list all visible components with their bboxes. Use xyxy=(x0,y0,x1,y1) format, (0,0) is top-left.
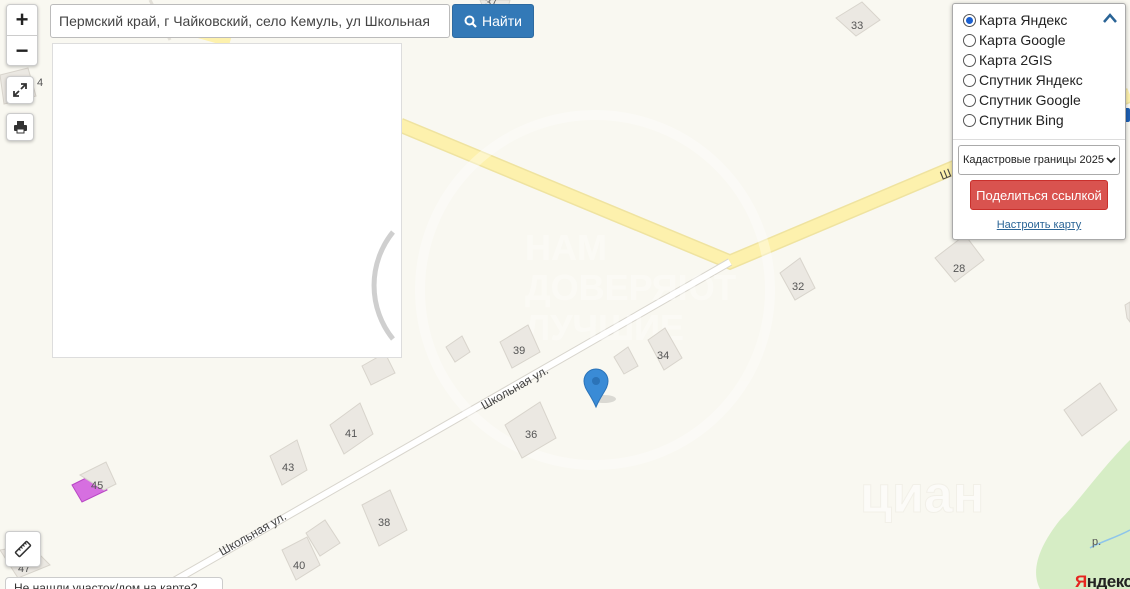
search-suggestions-panel xyxy=(52,43,402,358)
layer-option-label: Карта Яндекс xyxy=(979,12,1068,28)
house-number-36: 36 xyxy=(525,429,537,441)
house-number-39: 39 xyxy=(513,345,525,357)
ruler-button[interactable] xyxy=(5,531,41,567)
house-number-41: 41 xyxy=(345,428,357,440)
yandex-logo: Яндекс xyxy=(1075,572,1130,589)
cadastral-layer-select[interactable]: Кадастровые границы 2025 xyxy=(958,145,1120,175)
share-link-button[interactable]: Поделиться ссылкой xyxy=(970,180,1108,210)
search-icon xyxy=(464,15,477,28)
house-number-43: 43 xyxy=(282,462,294,474)
loading-spinner xyxy=(371,230,395,341)
print-button[interactable] xyxy=(6,113,34,141)
house-number-33: 33 xyxy=(851,20,863,32)
radio-button[interactable] xyxy=(963,33,976,47)
river-label: р. xyxy=(1092,536,1101,548)
svg-text:ДОВЕРЯЮТ: ДОВЕРЯЮТ xyxy=(525,267,736,308)
fullscreen-button[interactable] xyxy=(6,76,34,104)
svg-text:НАМ: НАМ xyxy=(525,227,607,268)
layer-option-2gis-map[interactable]: Карта 2GIS xyxy=(963,50,1125,70)
layer-option-bing-satellite[interactable]: Спутник Bing xyxy=(963,110,1125,130)
svg-text:циан: циан xyxy=(860,466,984,524)
find-button[interactable]: Найти xyxy=(452,4,534,38)
layer-option-label: Спутник Google xyxy=(979,92,1081,108)
configure-map-link[interactable]: Настроить карту xyxy=(953,219,1125,231)
layer-option-yandex-satellite[interactable]: Спутник Яндекс xyxy=(963,70,1125,90)
house-number-40: 40 xyxy=(293,560,305,572)
layer-option-google-satellite[interactable]: Спутник Google xyxy=(963,90,1125,110)
layer-option-label: Карта 2GIS xyxy=(979,52,1053,68)
house-number-38: 38 xyxy=(378,517,390,529)
zoom-in-button[interactable]: + xyxy=(7,5,37,35)
layer-option-google-map[interactable]: Карта Google xyxy=(963,30,1125,50)
cadastral-select-value: Кадастровые границы 2025 xyxy=(963,154,1104,166)
cian-watermark: циан xyxy=(860,466,985,525)
chevron-up-icon[interactable] xyxy=(1103,12,1117,24)
house-number-45: 45 xyxy=(91,480,103,492)
expand-icon xyxy=(13,83,27,97)
house-number-34: 34 xyxy=(657,350,669,362)
zoom-control: + − xyxy=(6,4,38,66)
ruler-icon xyxy=(14,540,32,558)
divider xyxy=(953,139,1125,140)
layer-option-label: Спутник Яндекс xyxy=(979,72,1083,88)
address-search-input[interactable] xyxy=(50,4,450,38)
house-number-32: 32 xyxy=(792,281,804,293)
layer-option-label: Спутник Bing xyxy=(979,112,1064,128)
chevron-down-icon xyxy=(1106,157,1116,164)
radio-button[interactable] xyxy=(963,93,976,107)
map-layer-panel: Карта Яндекс Карта Google Карта 2GIS Спу… xyxy=(952,3,1126,240)
radio-button[interactable] xyxy=(963,73,976,87)
house-number-28: 28 xyxy=(953,263,965,275)
radio-button[interactable] xyxy=(963,13,976,27)
not-found-tip[interactable]: Не нашли участок/дом на карте? xyxy=(5,577,223,589)
layer-option-yandex-map[interactable]: Карта Яндекс xyxy=(963,10,1125,30)
layer-option-label: Карта Google xyxy=(979,32,1066,48)
zoom-out-button[interactable]: − xyxy=(7,35,37,65)
find-button-label: Найти xyxy=(482,13,522,29)
house-number-4: 4 xyxy=(37,77,43,89)
radio-button[interactable] xyxy=(963,113,976,127)
radio-button[interactable] xyxy=(963,53,976,67)
printer-icon xyxy=(13,121,27,134)
